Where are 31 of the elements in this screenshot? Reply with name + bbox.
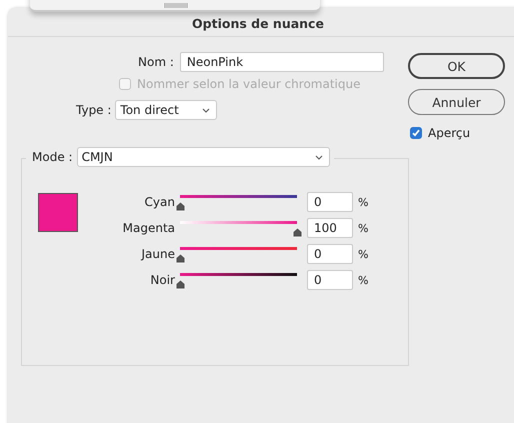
channel-label: Noir <box>149 273 176 287</box>
channel-label: Cyan <box>144 195 176 209</box>
dialog-button[interactable]: Annuler <box>408 89 505 115</box>
unit-label: % <box>358 196 368 208</box>
channel-label: Jaune <box>140 247 176 261</box>
channel-label: Magenta <box>122 221 176 235</box>
value-field[interactable]: 0 <box>307 244 353 264</box>
name-field[interactable]: NeonPink <box>180 52 384 72</box>
chevron-down-icon <box>202 108 210 112</box>
type-label: Type : <box>76 103 112 117</box>
type-dropdown[interactable]: Ton direct <box>115 100 218 120</box>
checkbox-label: Aperçu <box>428 126 470 140</box>
slider-thumb[interactable] <box>176 202 185 211</box>
name-label: Nom : <box>138 55 174 69</box>
grip-icon[interactable] <box>164 3 188 8</box>
mode-label: Mode : <box>32 150 73 164</box>
unit-label: % <box>358 248 368 260</box>
window-title: Options de nuance <box>192 15 324 31</box>
value-field[interactable]: 0 <box>307 270 353 290</box>
mode-dropdown[interactable]: CMJN <box>76 147 330 167</box>
value-field[interactable]: 0 <box>307 192 353 212</box>
unit-label: % <box>358 222 368 234</box>
chevron-down-icon <box>314 154 323 160</box>
unit-label: % <box>358 274 368 286</box>
slider-thumb[interactable] <box>176 280 185 289</box>
slider-thumb[interactable] <box>293 228 302 237</box>
dialog-button[interactable]: OK <box>408 53 505 79</box>
checkbox-label: Nommer selon la valeur chromatique <box>137 77 360 91</box>
value-field[interactable]: 100 <box>307 218 353 238</box>
slider-thumb[interactable] <box>176 254 185 263</box>
checkbox[interactable] <box>410 127 422 139</box>
